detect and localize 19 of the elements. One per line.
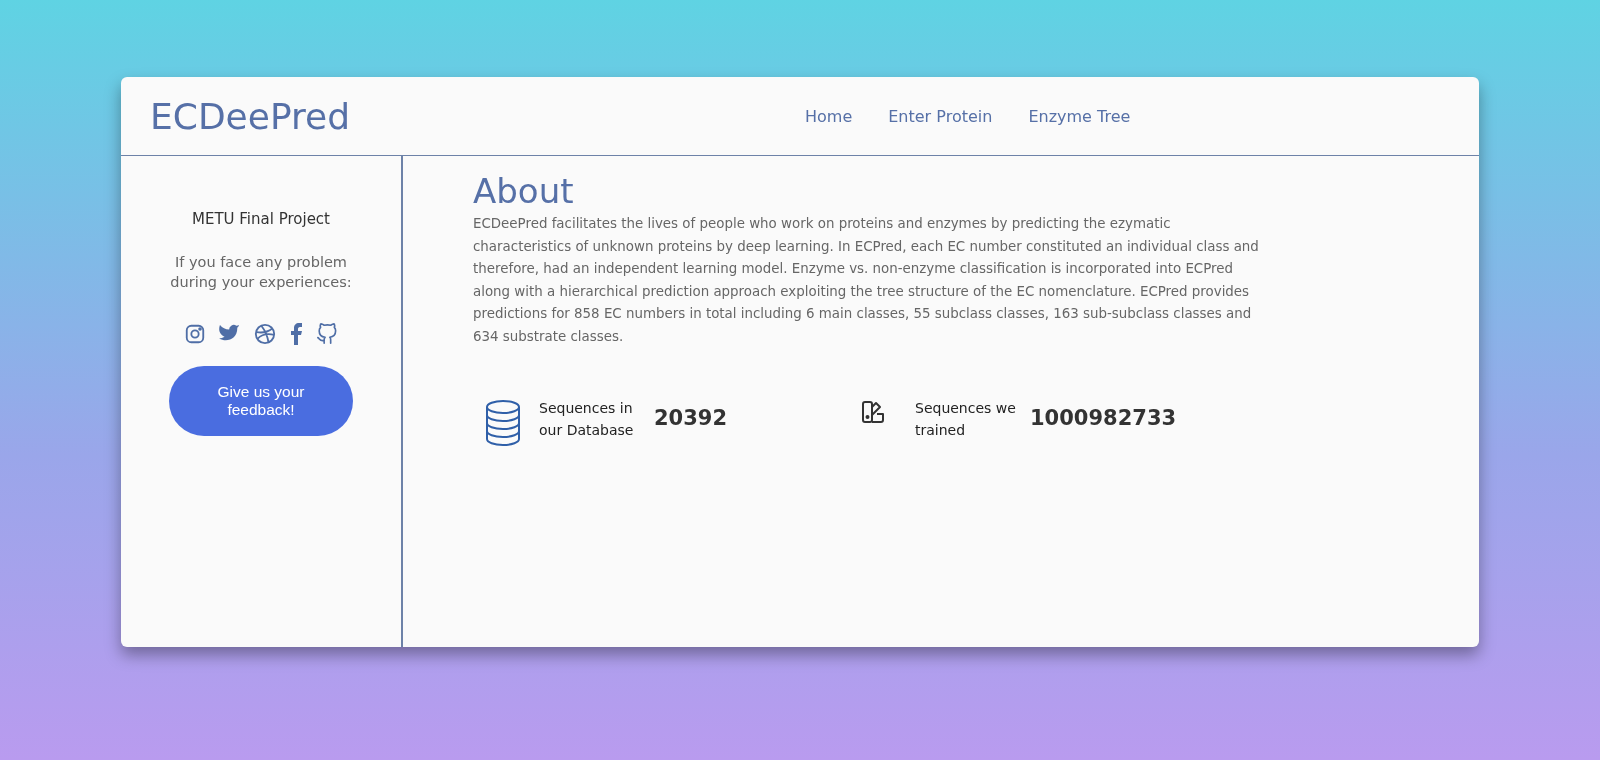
feedback-button[interactable]: Give us your feedback! — [169, 366, 353, 436]
stat-value: 20392 — [654, 406, 728, 430]
help-message: If you face any problem during your experiences: — [169, 253, 353, 292]
logo-text[interactable]: ECDeePred — [150, 95, 805, 137]
nav-link[interactable]: Enter Protein — [888, 106, 993, 126]
dribbble-icon[interactable] — [254, 323, 276, 345]
database-icon — [485, 400, 521, 446]
facebook-icon[interactable] — [289, 323, 303, 345]
nav-link[interactable]: Enzyme Tree — [1028, 106, 1131, 126]
swatch-icon — [861, 400, 885, 424]
stat-value: 1000982733 — [1030, 406, 1177, 430]
project-title: METU Final Project — [192, 210, 330, 228]
github-icon[interactable] — [316, 322, 338, 346]
stat-label: Sequences in our Database — [539, 399, 635, 440]
nav-link[interactable]: Home — [805, 106, 853, 126]
about-heading: About — [473, 171, 575, 211]
stat-label: Sequences we trained — [915, 399, 1017, 440]
about-paragraph: ECDeePred facilitates the lives of people who work on proteins and enzymes by predicting the ezymatic characteristics of unknown proteins by deep learning. In ECPred, each EC number constituted an individual class and therefore, had an independent learning model. Enzyme vs. non-enzyme classification is incorporated into ECPred along with a hierarchical prediction approach exploiting the tree structure of the EC nomenclature. ECPred provides predictions for 858 EC numbers in total including 6 main classes, 55 subclass classes, 163 sub-subclass classes and 634 substrate classes. — [473, 215, 1260, 346]
instagram-icon[interactable] — [184, 323, 206, 345]
